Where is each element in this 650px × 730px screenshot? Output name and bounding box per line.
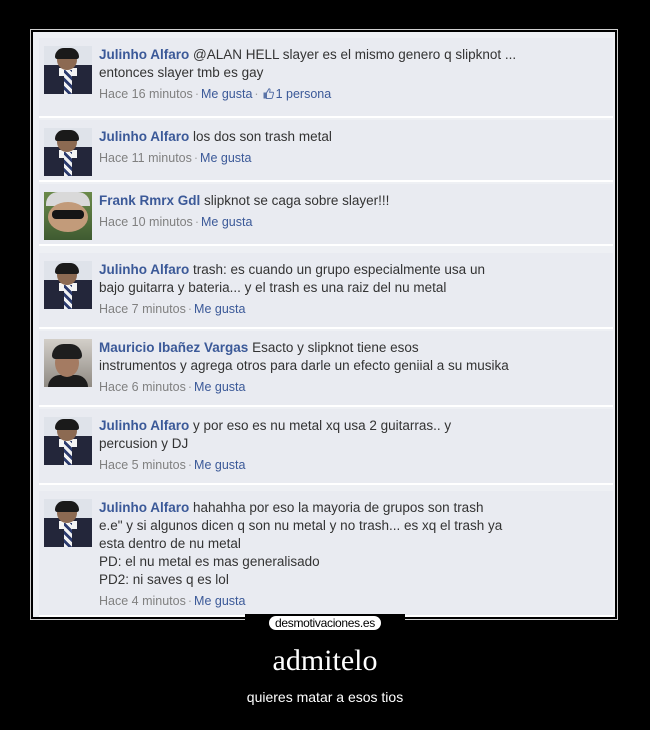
julinho-avatar[interactable] (44, 46, 92, 94)
comment-text: slipknot se caga sobre slayer!!! (204, 193, 390, 208)
poster-title: admitelo (272, 644, 378, 677)
comment-body: Mauricio Ibañez Vargas Esacto y slipknot… (99, 339, 597, 396)
comment-item: Mauricio Ibañez Vargas Esacto y slipknot… (39, 331, 613, 407)
comment-text: entonces slayer tmb es gay (99, 65, 264, 80)
mauricio-avatar[interactable] (44, 339, 92, 387)
comment-meta: Hace 11 minutos · Me gusta (99, 151, 252, 165)
comment-item: Julinho Alfaro los dos son trash metal H… (39, 120, 613, 182)
like-link[interactable]: Me gusta (194, 380, 245, 394)
like-link[interactable]: Me gusta (201, 87, 252, 101)
like-link[interactable]: Me gusta (201, 215, 252, 229)
julinho-avatar[interactable] (44, 261, 92, 309)
likes-count-link[interactable]: 1 persona (276, 87, 332, 101)
comment-body: Julinho Alfaro los dos son trash metal H… (99, 128, 597, 167)
comment-author[interactable]: Julinho Alfaro (99, 418, 189, 433)
comment-time[interactable]: Hace 7 minutos (99, 302, 186, 316)
comment-text: hahahha por eso la mayoria de grupos son… (193, 500, 484, 515)
site-watermark: desmotivaciones.es (245, 614, 405, 630)
julinho-avatar[interactable] (44, 417, 92, 465)
comment-body: Frank Rmrx Gdl slipknot se caga sobre sl… (99, 192, 597, 231)
comment-body: Julinho Alfaro hahahha por eso la mayori… (99, 499, 597, 610)
comment-item: Julinho Alfaro @ALAN HELL slayer es el m… (39, 38, 613, 118)
comment-text: @ALAN HELL slayer es el mismo genero q s… (193, 47, 517, 62)
comment-text: trash: es cuando un grupo especialmente … (193, 262, 485, 277)
comment-meta: Hace 4 minutos · Me gusta (99, 594, 246, 608)
like-link[interactable]: Me gusta (194, 458, 245, 472)
comment-body: Julinho Alfaro y por eso es nu metal xq … (99, 417, 597, 474)
comment-body: Julinho Alfaro trash: es cuando un grupo… (99, 261, 597, 318)
comment-item: Julinho Alfaro y por eso es nu metal xq … (39, 409, 613, 485)
like-link[interactable]: Me gusta (194, 302, 245, 316)
comment-text: PD: el nu metal es mas generalisado (99, 554, 320, 569)
comment-author[interactable]: Julinho Alfaro (99, 47, 189, 62)
comment-text: bajo guitarra y bateria... y el trash es… (99, 280, 447, 295)
comment-text: y por eso es nu metal xq usa 2 guitarras… (193, 418, 452, 433)
like-link[interactable]: Me gusta (200, 151, 251, 165)
comment-time[interactable]: Hace 10 minutos (99, 215, 193, 229)
comment-thread: Julinho Alfaro @ALAN HELL slayer es el m… (33, 32, 615, 617)
comment-item: Julinho Alfaro hahahha por eso la mayori… (39, 491, 613, 617)
comment-body: Julinho Alfaro @ALAN HELL slayer es el m… (99, 46, 597, 103)
comment-meta: Hace 16 minutos · Me gusta · 1 persona (99, 87, 332, 101)
comment-text: esta dentro de nu metal (99, 536, 241, 551)
comment-time[interactable]: Hace 16 minutos (99, 87, 193, 101)
comment-meta: Hace 7 minutos · Me gusta (99, 302, 246, 316)
comment-text: PD2: ni saves q es lol (99, 572, 229, 587)
frank-avatar[interactable] (44, 192, 92, 240)
watermark-text: desmotivaciones.es (269, 616, 381, 630)
comment-time[interactable]: Hace 5 minutos (99, 458, 186, 472)
comment-text: los dos son trash metal (193, 129, 332, 144)
comment-text: instrumentos y agrega otros para darle u… (99, 358, 509, 373)
comment-text: percusion y DJ (99, 436, 189, 451)
comment-author[interactable]: Frank Rmrx Gdl (99, 193, 200, 208)
comment-time[interactable]: Hace 11 minutos (99, 151, 192, 165)
comment-meta: Hace 10 minutos · Me gusta (99, 215, 253, 229)
comment-author[interactable]: Julinho Alfaro (99, 500, 189, 515)
comment-item: Julinho Alfaro trash: es cuando un grupo… (39, 253, 613, 329)
comment-meta: Hace 5 minutos · Me gusta (99, 458, 246, 472)
comment-text: e.e" y si algunos dicen q son nu metal y… (99, 518, 503, 533)
julinho-avatar[interactable] (44, 128, 92, 176)
comment-item: Frank Rmrx Gdl slipknot se caga sobre sl… (39, 184, 613, 246)
like-link[interactable]: Me gusta (194, 594, 245, 608)
thumbs-up-icon (263, 88, 274, 99)
poster-subtitle: quieres matar a esos tios (246, 689, 404, 705)
comment-text: Esacto y slipknot tiene esos (252, 340, 419, 355)
comment-time[interactable]: Hace 6 minutos (99, 380, 186, 394)
comment-author[interactable]: Julinho Alfaro (99, 129, 189, 144)
comment-time[interactable]: Hace 4 minutos (99, 594, 186, 608)
comment-author[interactable]: Mauricio Ibañez Vargas (99, 340, 248, 355)
screenshot-frame: Julinho Alfaro @ALAN HELL slayer es el m… (30, 29, 618, 620)
comment-author[interactable]: Julinho Alfaro (99, 262, 189, 277)
comment-meta: Hace 6 minutos · Me gusta (99, 380, 246, 394)
julinho-avatar[interactable] (44, 499, 92, 547)
